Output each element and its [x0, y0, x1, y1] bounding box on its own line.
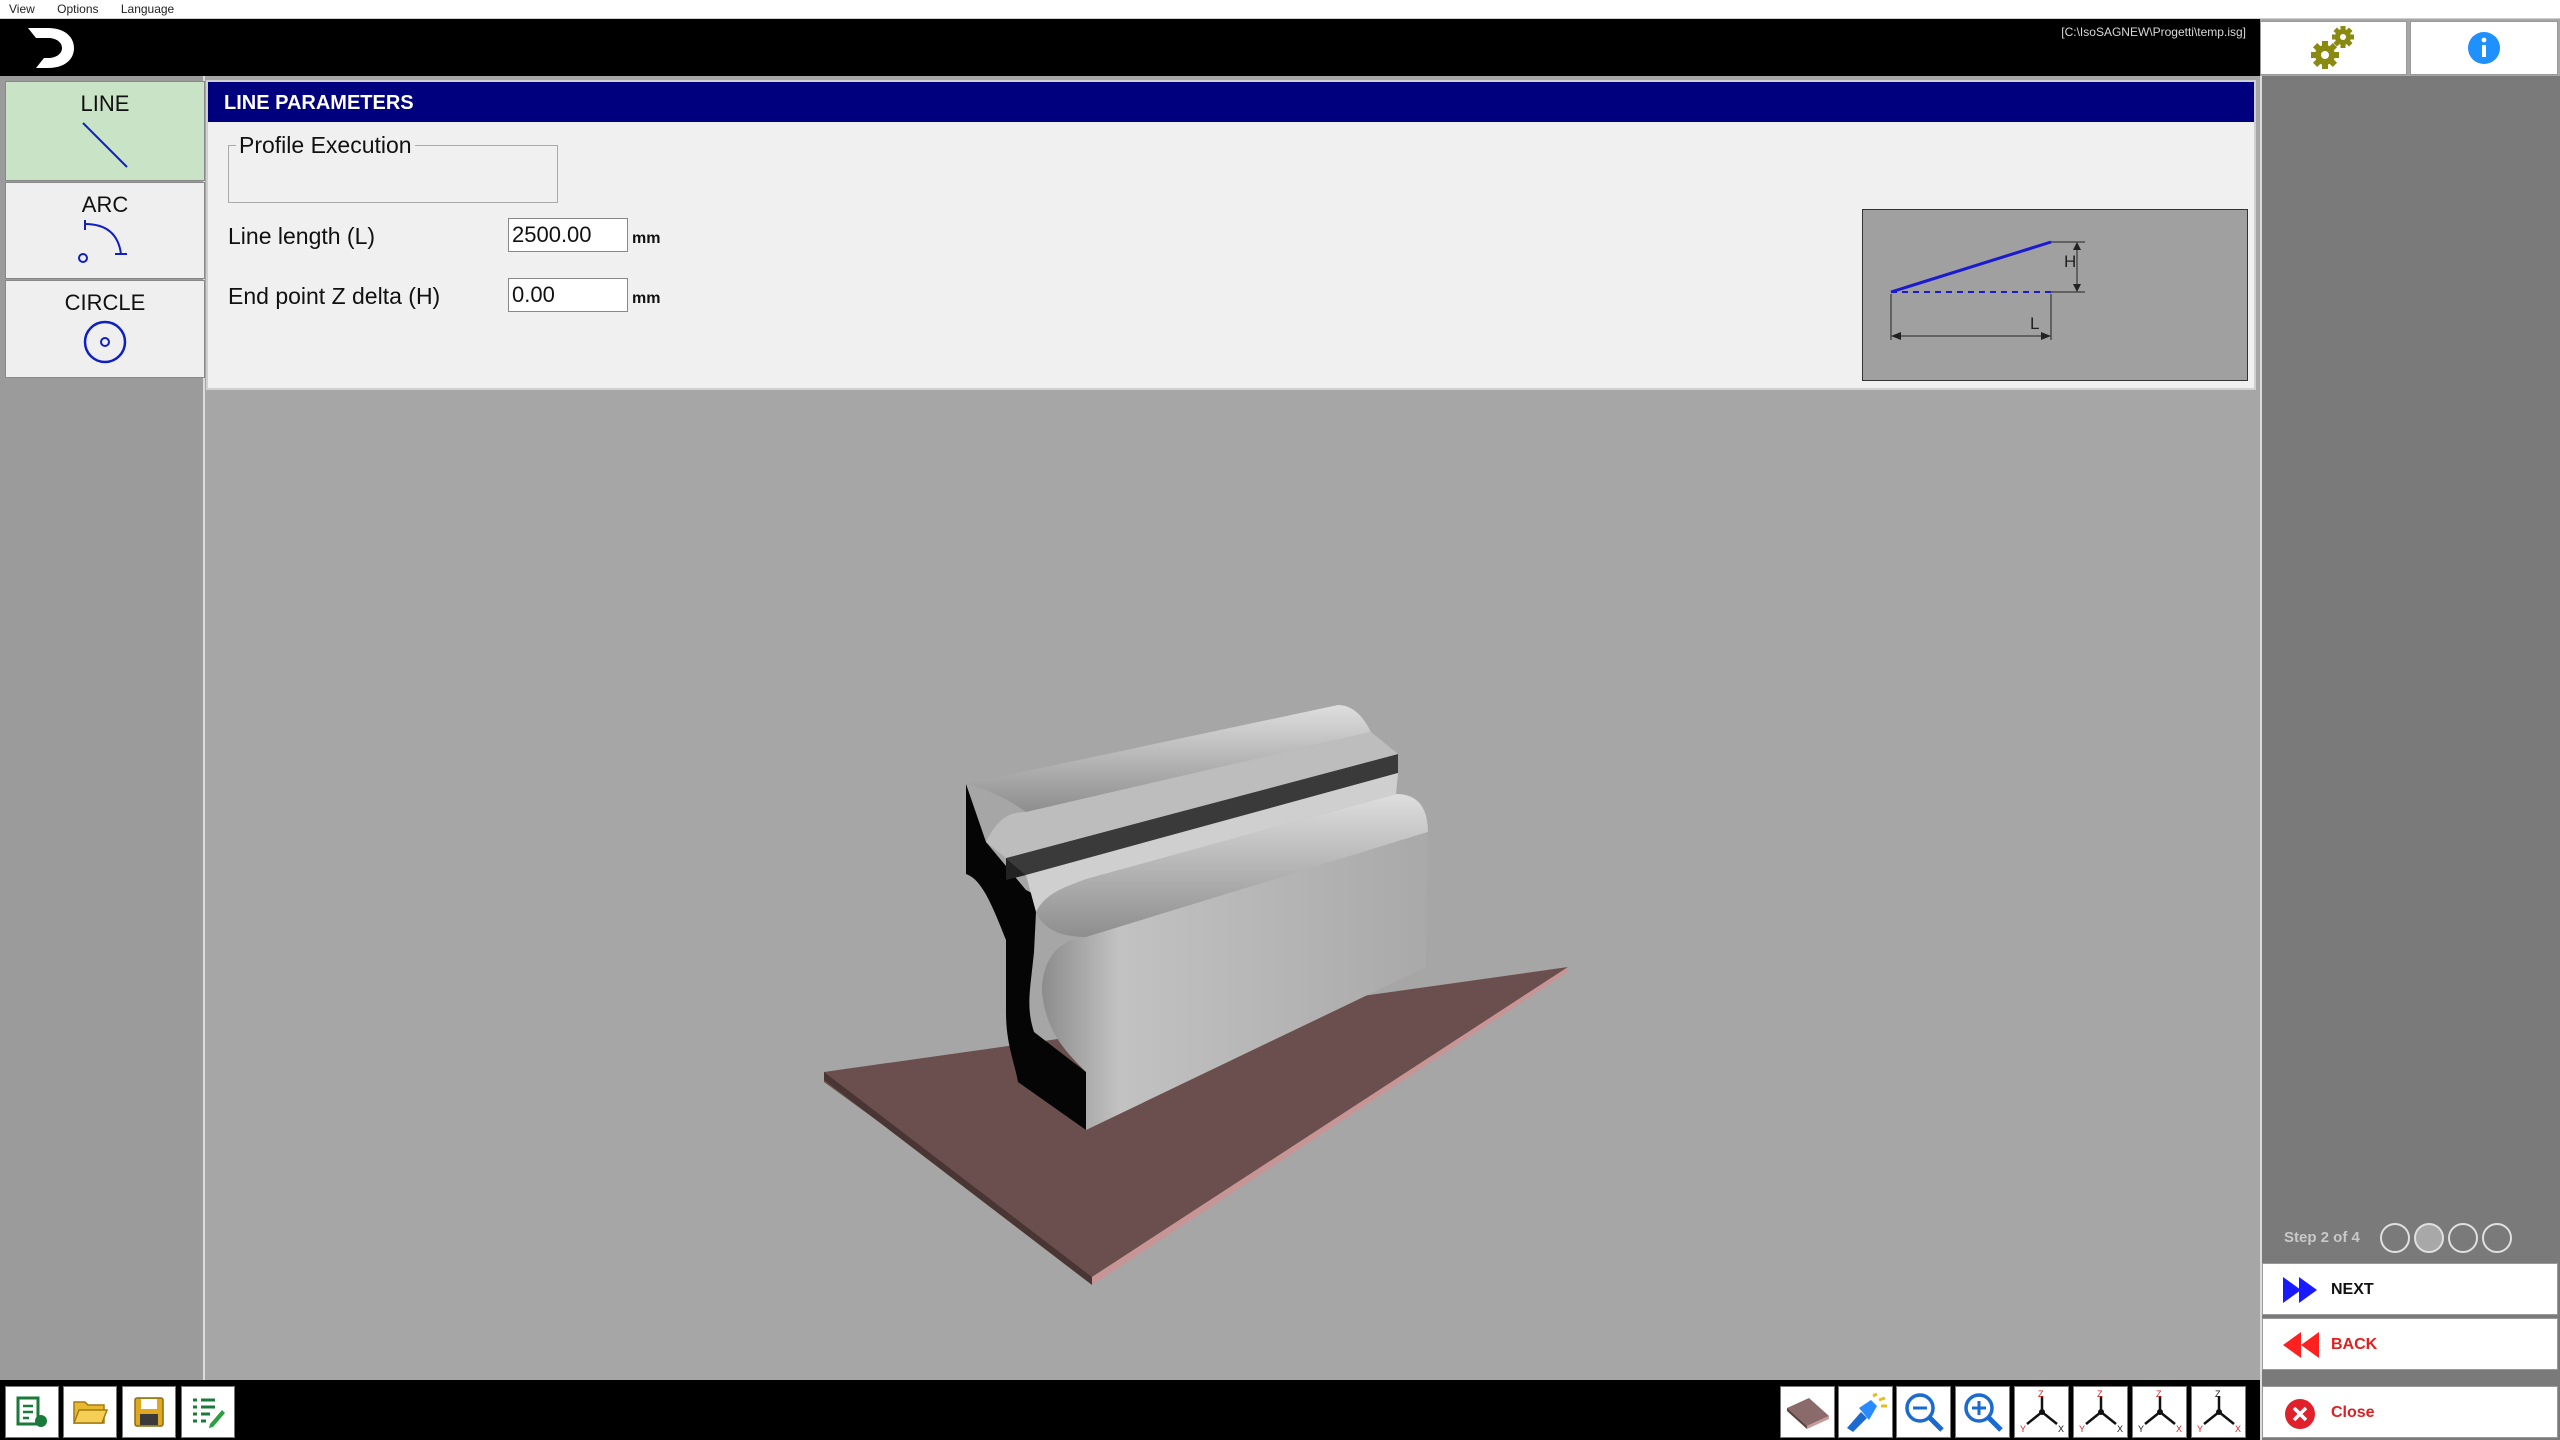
stock-icon: [1786, 1398, 1829, 1429]
diagram-h-label: H: [2064, 252, 2077, 271]
next-button[interactable]: NEXT: [2262, 1263, 2558, 1315]
svg-text:X: X: [2058, 1424, 2064, 1434]
settings-button[interactable]: [2260, 21, 2407, 75]
svg-text:Z: Z: [2097, 1390, 2103, 1399]
shape-button-line[interactable]: LINE: [5, 81, 205, 181]
shape-button-label: ARC: [81, 192, 129, 217]
svg-text:Z: Z: [2156, 1390, 2162, 1399]
menu-view[interactable]: View: [0, 0, 35, 16]
arc-shape-icon: [78, 220, 127, 263]
svg-text:Y: Y: [2138, 1424, 2144, 1434]
view-front-icon: Z Y X: [2079, 1390, 2123, 1434]
fast-forward-icon: [2283, 1277, 2317, 1303]
info-icon: [2468, 32, 2500, 64]
back-button[interactable]: BACK: [2262, 1318, 2558, 1370]
step-dot-3: [2448, 1223, 2478, 1253]
back-label: BACK: [2331, 1336, 2378, 1353]
step-text: Step 2 of 4: [2284, 1229, 2360, 1246]
shape-button-arc[interactable]: ARC: [5, 182, 205, 279]
app-logo-icon: [28, 28, 74, 68]
svg-text:Z: Z: [2038, 1390, 2044, 1399]
3d-viewport[interactable]: [206, 392, 2256, 1380]
view-iso-button[interactable]: Z Y X: [2191, 1386, 2246, 1438]
line-parameters-panel: LINE PARAMETERS Profile Execution Line l…: [206, 80, 2256, 390]
save-icon: [134, 1397, 164, 1427]
step-dot-4: [2482, 1223, 2512, 1253]
line-shape-icon: [82, 122, 128, 168]
save-button[interactable]: [122, 1386, 176, 1438]
flashlight-icon: [1846, 1392, 1887, 1432]
circle-shape-icon: [83, 320, 127, 364]
view-side-button[interactable]: Z Y X: [2132, 1386, 2187, 1438]
line-diagram-graphic: [1890, 240, 2085, 340]
close-label: Close: [2331, 1404, 2375, 1421]
panel-title: LINE PARAMETERS: [208, 82, 2254, 122]
rewind-icon: [2283, 1332, 2319, 1358]
end-z-delta-input[interactable]: [508, 278, 628, 312]
next-label: NEXT: [2331, 1281, 2374, 1298]
svg-text:Y: Y: [2020, 1424, 2026, 1434]
svg-text:Z: Z: [2215, 1390, 2221, 1399]
new-document-icon: [16, 1396, 47, 1427]
info-button[interactable]: [2410, 21, 2558, 75]
view-iso-icon: Z Y X: [2197, 1390, 2241, 1434]
view-side-icon: Z Y X: [2138, 1390, 2182, 1434]
stock-view-button[interactable]: [1780, 1386, 1835, 1438]
menu-language[interactable]: Language: [112, 0, 174, 16]
line-length-unit: mm: [632, 230, 661, 247]
svg-text:X: X: [2117, 1424, 2123, 1434]
close-icon: [2285, 1399, 2315, 1429]
line-length-label: Line length (L): [228, 223, 376, 249]
step-dot-2-current: [2414, 1223, 2444, 1253]
svg-text:X: X: [2235, 1424, 2241, 1434]
open-button[interactable]: [63, 1386, 117, 1438]
view-top-icon: Z Y X: [2020, 1390, 2064, 1434]
shape-button-circle[interactable]: CIRCLE: [5, 280, 205, 378]
svg-text:Y: Y: [2197, 1424, 2203, 1434]
3d-model-preview: [824, 705, 1568, 1285]
shape-selector-panel: LINE ARC CIRCLE: [0, 76, 205, 1380]
shape-button-label: LINE: [80, 91, 130, 116]
zoom-in-button[interactable]: [1955, 1386, 2010, 1438]
svg-text:X: X: [2176, 1424, 2182, 1434]
close-button[interactable]: Close: [2262, 1386, 2558, 1438]
view-top-button[interactable]: Z Y X: [2014, 1386, 2069, 1438]
end-z-delta-label: End point Z delta (H): [228, 283, 441, 309]
end-z-delta-unit: mm: [632, 290, 661, 307]
zoom-in-icon: [1963, 1393, 2003, 1432]
zoom-out-button[interactable]: [1896, 1386, 1951, 1438]
menu-bar: View Options Language: [0, 0, 2560, 19]
title-bar: [C:\IsoSAGNEW\Progetti\temp.isg]: [0, 19, 2260, 76]
svg-text:Y: Y: [2079, 1424, 2085, 1434]
shape-button-label: CIRCLE: [64, 290, 146, 315]
open-folder-icon: [72, 1401, 108, 1424]
menu-options[interactable]: Options: [48, 0, 98, 16]
file-path: [C:\IsoSAGNEW\Progetti\temp.isg]: [2061, 25, 2246, 39]
edit-list-button[interactable]: [181, 1386, 235, 1438]
step-dot-1: [2380, 1223, 2410, 1253]
bottom-toolbar: Z Y X Z Y X Z Y X Z Y X: [0, 1380, 2260, 1440]
view-front-button[interactable]: Z Y X: [2073, 1386, 2128, 1438]
profile-execution-label: Profile Execution: [236, 132, 415, 159]
new-document-button[interactable]: [5, 1386, 59, 1438]
light-button[interactable]: [1838, 1386, 1893, 1438]
gears-icon: [2310, 26, 2354, 69]
line-diagram: H L: [1862, 209, 2248, 381]
zoom-out-icon: [1904, 1393, 1944, 1432]
diagram-l-label: L: [2030, 314, 2040, 333]
edit-list-icon: [193, 1398, 225, 1428]
step-indicator: Step 2 of 4: [2262, 1213, 2560, 1261]
line-length-input[interactable]: [508, 218, 628, 252]
